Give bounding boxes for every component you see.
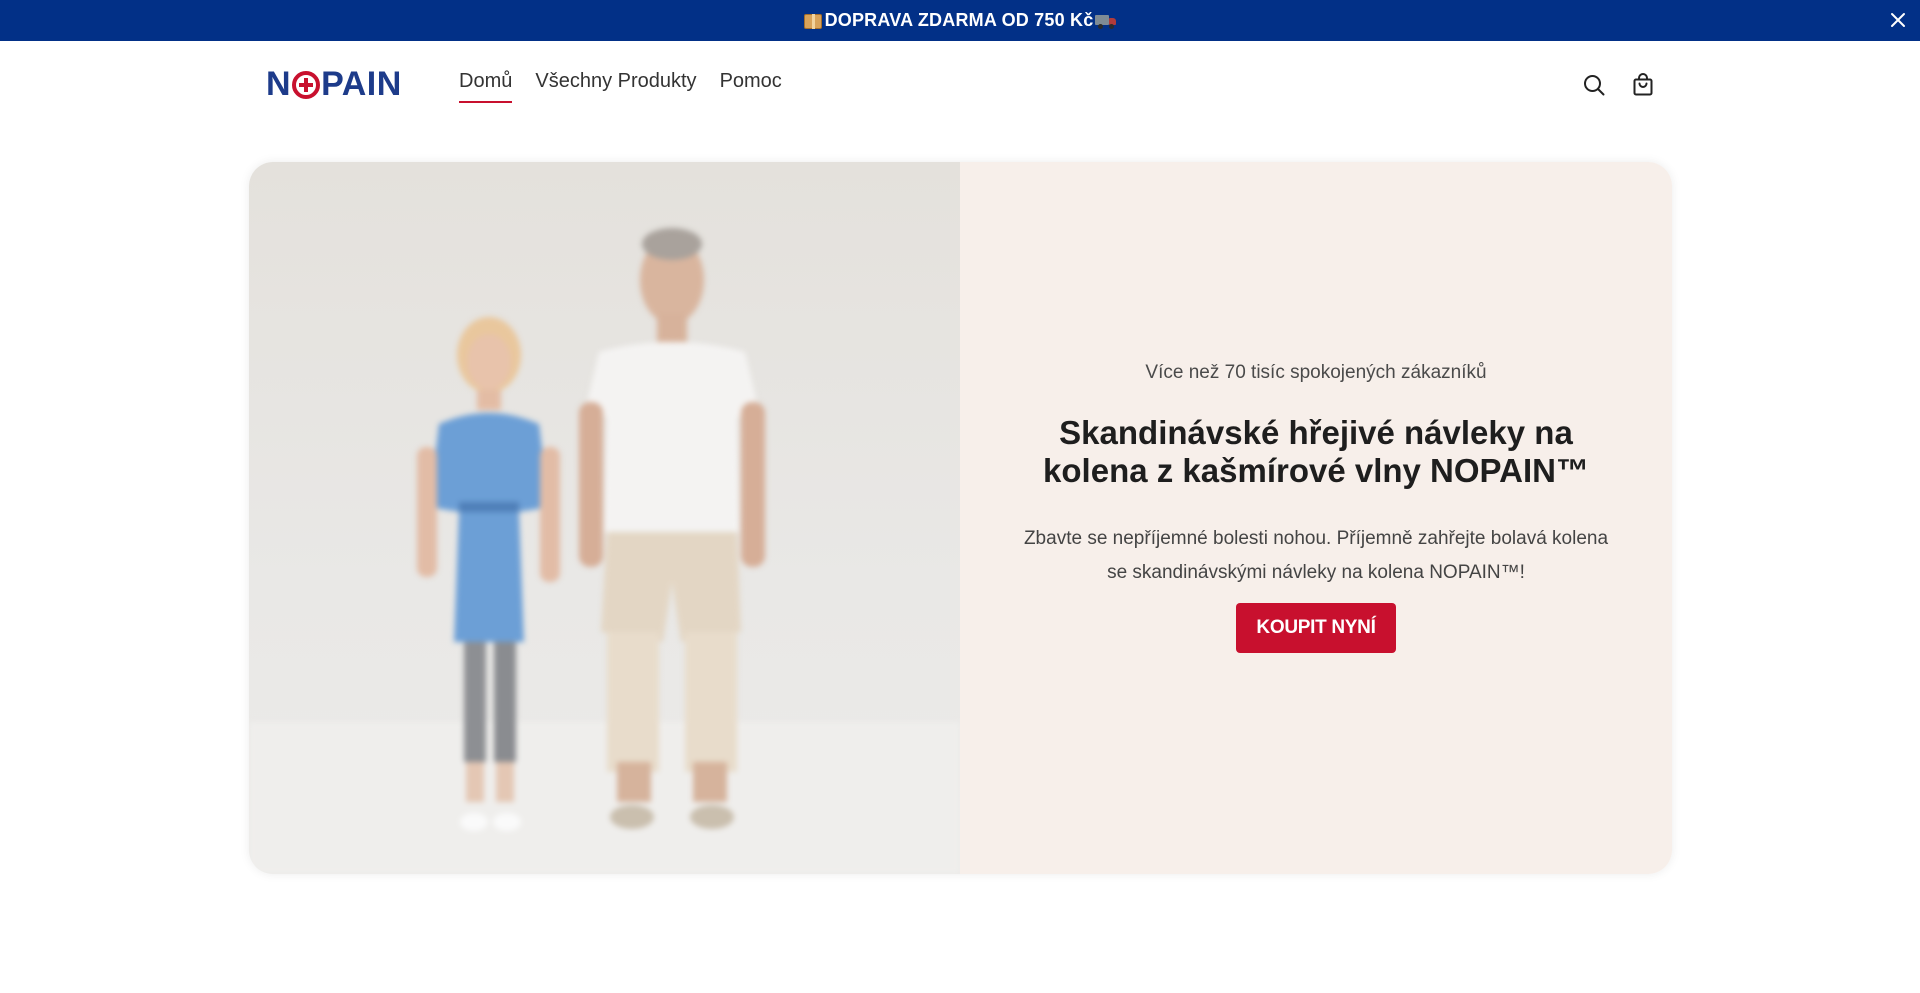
hero-description: Zbavte se nepříjemné bolesti nohou. Příj… <box>1023 528 1609 583</box>
logo-letters-pain: PAIN <box>321 65 402 103</box>
hero-image <box>249 162 960 874</box>
hero-title: Skandinávské hřejivé návleky na kolena z… <box>1043 414 1589 489</box>
cart-button[interactable] <box>1629 71 1657 99</box>
announcement-bar: DOPRAVA ZDARMA OD 750 Kč <box>0 0 1920 41</box>
announcement-text: DOPRAVA ZDARMA OD 750 Kč <box>824 10 1094 30</box>
nav-item-home[interactable]: Domů <box>459 70 513 103</box>
nav-item-all-products[interactable]: Všechny Produkty <box>535 70 696 103</box>
cart-icon <box>1633 73 1653 96</box>
hero-content: Více než 70 tisíc spokojených zákazníků … <box>960 162 1672 874</box>
hero-kicker: Více než 70 tisíc spokojených zákazníků <box>1145 362 1487 383</box>
buy-now-button[interactable]: KOUPIT NYNÍ <box>1236 603 1396 653</box>
logo-letter-n: N <box>266 65 292 103</box>
couple-photo <box>249 228 960 874</box>
nav-item-help[interactable]: Pomoc <box>720 70 782 103</box>
search-icon <box>1584 75 1605 96</box>
announcement-close-button[interactable] <box>1886 8 1910 32</box>
logo-cross-icon <box>292 70 321 99</box>
main-nav: Domů Všechny Produkty Pomoc <box>459 70 782 103</box>
logo[interactable]: N PAIN <box>266 65 402 104</box>
search-button[interactable] <box>1580 71 1608 99</box>
site-header: N PAIN Domů Všechny Produkty Pomoc <box>0 41 1920 131</box>
close-icon <box>1891 13 1905 27</box>
hero-banner: Více než 70 tisíc spokojených zákazníků … <box>249 162 1672 874</box>
announcement-content: DOPRAVA ZDARMA OD 750 Kč <box>803 10 1118 31</box>
package-icon <box>803 12 823 30</box>
truck-icon <box>1095 12 1117 30</box>
